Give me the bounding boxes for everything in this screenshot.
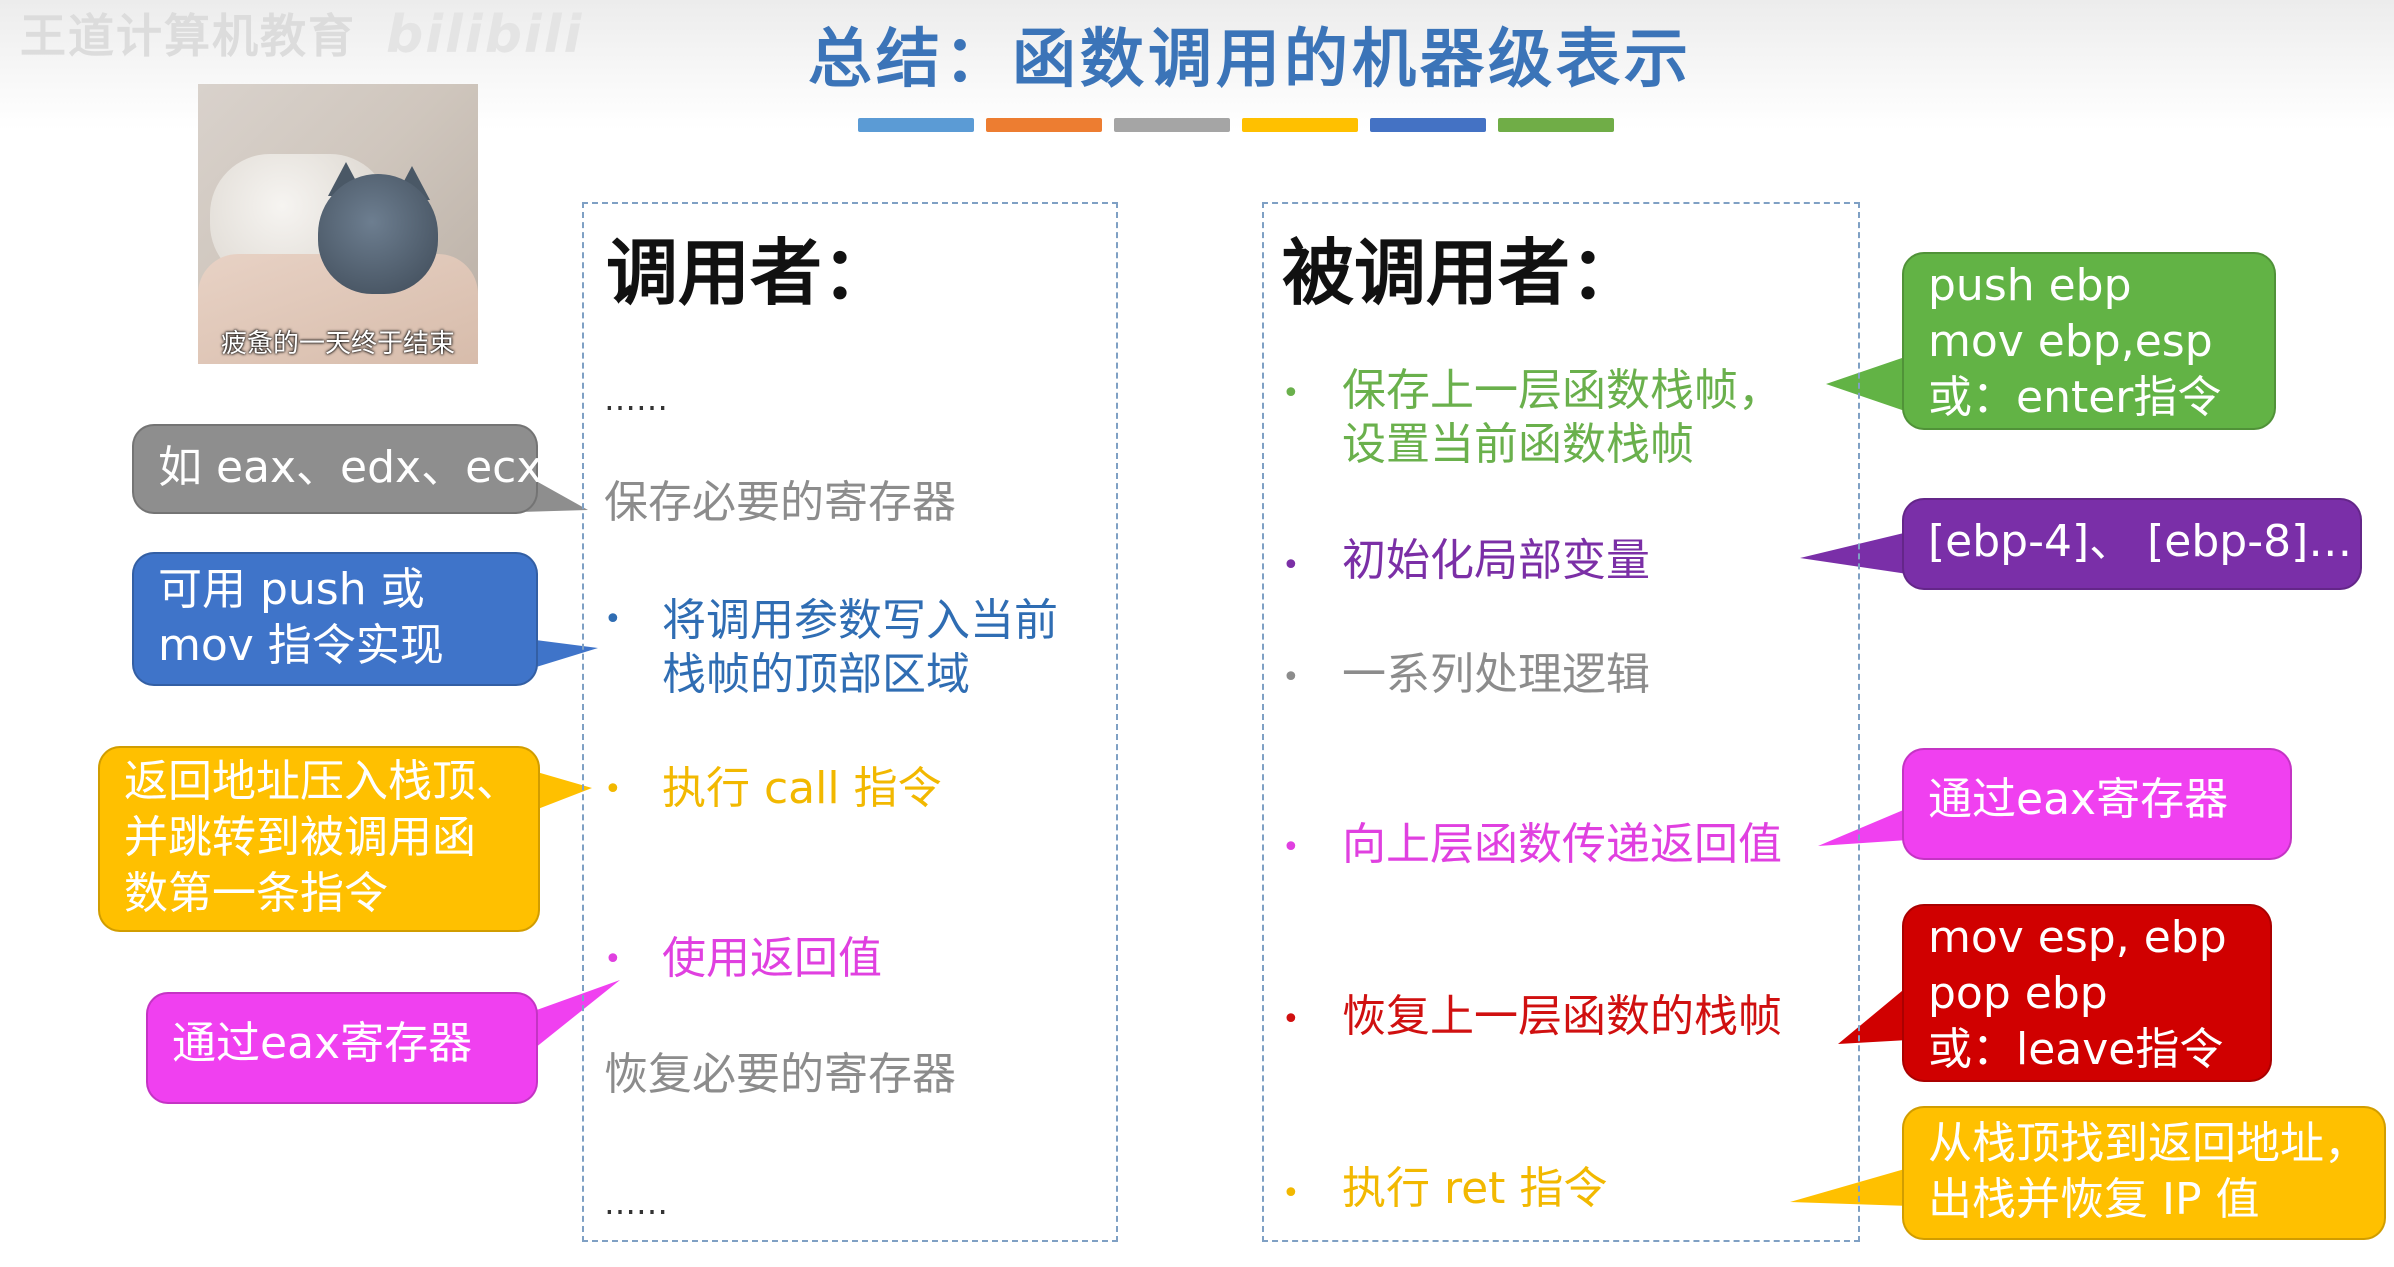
- callee-pass-return-value: 向上层函数传递返回值: [1342, 819, 1782, 870]
- caller-ellipsis-top: ……: [604, 380, 668, 418]
- bubble-leave-line2: pop ebp: [1928, 968, 2108, 1019]
- bullet-dot: •: [604, 942, 622, 977]
- bubble-call-description-line3: 数第一条指令: [124, 868, 388, 919]
- bubble-call-description-line2: 并跳转到被调用函: [124, 812, 476, 863]
- callee-panel: [1262, 202, 1860, 1242]
- bullet-dot: •: [1282, 830, 1300, 865]
- callee-restore-frame: 恢复上一层函数的栈帧: [1342, 991, 1782, 1042]
- caller-title: 调用者：: [606, 231, 895, 315]
- bubble-leave: mov esp, ebp pop ebp 或：leave指令: [1902, 904, 2272, 1082]
- bubble-locals-example: [ebp-4]、 [ebp-8]…: [1902, 498, 2362, 590]
- bubble-push-mov: 可用 push 或 mov 指令实现: [132, 552, 538, 686]
- bubble-ret-description: 从栈顶找到返回地址， 出栈并恢复 IP 值: [1902, 1106, 2386, 1240]
- bullet-dot: •: [604, 772, 622, 807]
- bubble-enter-line3: 或：enter指令: [1928, 372, 2222, 423]
- bubble-eax-callee-text: 通过eax寄存器: [1928, 774, 2229, 825]
- bubble-eax-caller: 通过eax寄存器: [146, 992, 538, 1104]
- bubble-ret-description-line2: 出栈并恢复 IP 值: [1928, 1174, 2260, 1225]
- bubble-call-description-line1: 返回地址压入栈顶、: [124, 756, 520, 807]
- bubble-call-description: 返回地址压入栈顶、 并跳转到被调用函 数第一条指令: [98, 746, 540, 932]
- bubble-push-mov-line2: mov 指令实现: [158, 620, 444, 671]
- bubble-push-mov-line1: 可用 push 或: [158, 564, 425, 615]
- bullet-dot: •: [1282, 1176, 1300, 1211]
- caller-ellipsis-bottom: ……: [604, 1184, 668, 1222]
- bubble-enter-line1: push ebp: [1928, 260, 2132, 311]
- callee-save-frame-line1: 保存上一层函数栈帧，: [1342, 365, 1782, 416]
- bullet-dot: •: [1282, 660, 1300, 695]
- bubble-registers-example-text: 如 eax、edx、ecx: [158, 442, 543, 493]
- bubble-leave-line1: mov esp, ebp: [1928, 912, 2227, 963]
- bubble-enter: push ebp mov ebp,esp 或：enter指令: [1902, 252, 2276, 430]
- caller-write-params-line2: 栈帧的顶部区域: [662, 649, 970, 700]
- bullet-dot: •: [1282, 548, 1300, 583]
- bubble-ret-description-line1: 从栈顶找到返回地址，: [1928, 1118, 2368, 1169]
- caller-write-params-line1: 将调用参数写入当前: [662, 595, 1058, 646]
- caller-save-registers: 保存必要的寄存器: [604, 477, 956, 528]
- bubble-eax-caller-text: 通过eax寄存器: [172, 1018, 473, 1069]
- caller-use-return-value: 使用返回值: [662, 933, 882, 984]
- callee-title: 被调用者：: [1282, 231, 1643, 315]
- bubble-registers-example: 如 eax、edx、ecx: [132, 424, 542, 514]
- caller-restore-registers: 恢复必要的寄存器: [604, 1049, 956, 1100]
- bubble-enter-line2: mov ebp,esp: [1928, 316, 2213, 367]
- callee-processing-logic: 一系列处理逻辑: [1342, 649, 1650, 700]
- bubble-leave-line3: 或：leave指令: [1928, 1024, 2224, 1075]
- bubble-eax-callee: 通过eax寄存器: [1902, 748, 2292, 860]
- bullet-dot: •: [1282, 1002, 1300, 1037]
- caller-exec-call: 执行 call 指令: [662, 763, 942, 814]
- bullet-dot: •: [1282, 376, 1300, 411]
- callee-init-locals: 初始化局部变量: [1342, 535, 1650, 586]
- callee-exec-ret: 执行 ret 指令: [1342, 1163, 1608, 1214]
- bubble-locals-example-text: [ebp-4]、 [ebp-8]…: [1928, 516, 2353, 567]
- callee-save-frame-line2: 设置当前函数栈帧: [1342, 419, 1694, 470]
- bullet-dot: •: [604, 602, 622, 637]
